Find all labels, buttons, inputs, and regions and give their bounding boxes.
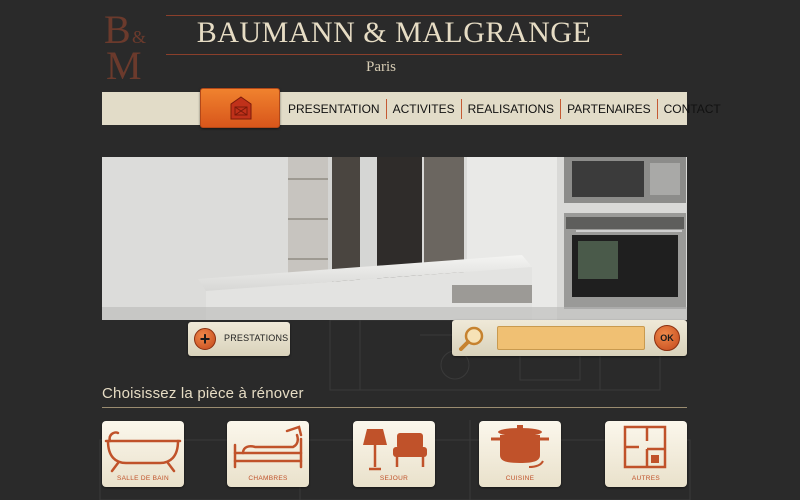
nav-item-realisations[interactable]: REALISATIONS — [462, 98, 562, 119]
search-box: OK — [452, 320, 687, 356]
room-tile-label: CUISINE — [505, 475, 535, 482]
room-tile-sejour[interactable]: SEJOUR — [353, 421, 435, 487]
cooking-pot-icon — [491, 425, 549, 468]
nav-menu: PRESENTATION ACTIVITES REALISATIONS PART… — [282, 92, 727, 125]
room-tile-label: AUTRES — [631, 475, 661, 482]
logo[interactable]: B & M — [104, 10, 150, 88]
rooms-heading-rule — [102, 407, 687, 408]
nav-item-presentation[interactable]: PRESENTATION — [282, 98, 387, 119]
lamp-armchair-icon — [363, 429, 427, 471]
bathtub-icon — [104, 431, 182, 473]
home-button[interactable] — [200, 88, 280, 128]
rooms-heading: Choisissez la pièce à rénover — [102, 385, 304, 402]
plus-icon: + — [194, 328, 216, 350]
kitchen-illustration — [102, 157, 687, 320]
search-input[interactable] — [497, 326, 645, 350]
nav-item-partenaires[interactable]: PARTENAIRES — [561, 98, 658, 119]
nav-item-activites[interactable]: ACTIVITES — [387, 98, 462, 119]
room-tile-label: SALLE DE BAIN — [117, 475, 169, 482]
room-tile-cuisine[interactable]: CUISINE — [479, 421, 561, 487]
room-tile-autres[interactable]: AUTRES — [605, 421, 687, 487]
room-tile-label: SEJOUR — [379, 475, 409, 482]
room-tile-salle-de-bain[interactable]: SALLE DE BAIN — [102, 421, 184, 487]
hero-kitchen-image — [102, 157, 687, 320]
site-subtitle: Paris — [366, 59, 396, 75]
floor-plan-icon — [623, 425, 667, 469]
room-tile-label: CHAMBRES — [248, 475, 288, 482]
title-rule-bottom — [166, 54, 622, 55]
magnifier-icon — [459, 326, 484, 351]
house-icon — [230, 96, 252, 120]
search-ok-button[interactable]: OK — [654, 325, 680, 351]
bed-icon — [233, 425, 303, 469]
prestations-label: PRESTATIONS — [224, 333, 289, 343]
site-title: BAUMANN & MALGRANGE — [196, 16, 592, 49]
prestations-button[interactable]: + PRESTATIONS — [188, 322, 290, 356]
logo-letter-m: M — [106, 43, 142, 88]
nav-item-contact[interactable]: CONTACT — [658, 99, 727, 119]
room-tile-chambres[interactable]: CHAMBRES — [227, 421, 309, 487]
